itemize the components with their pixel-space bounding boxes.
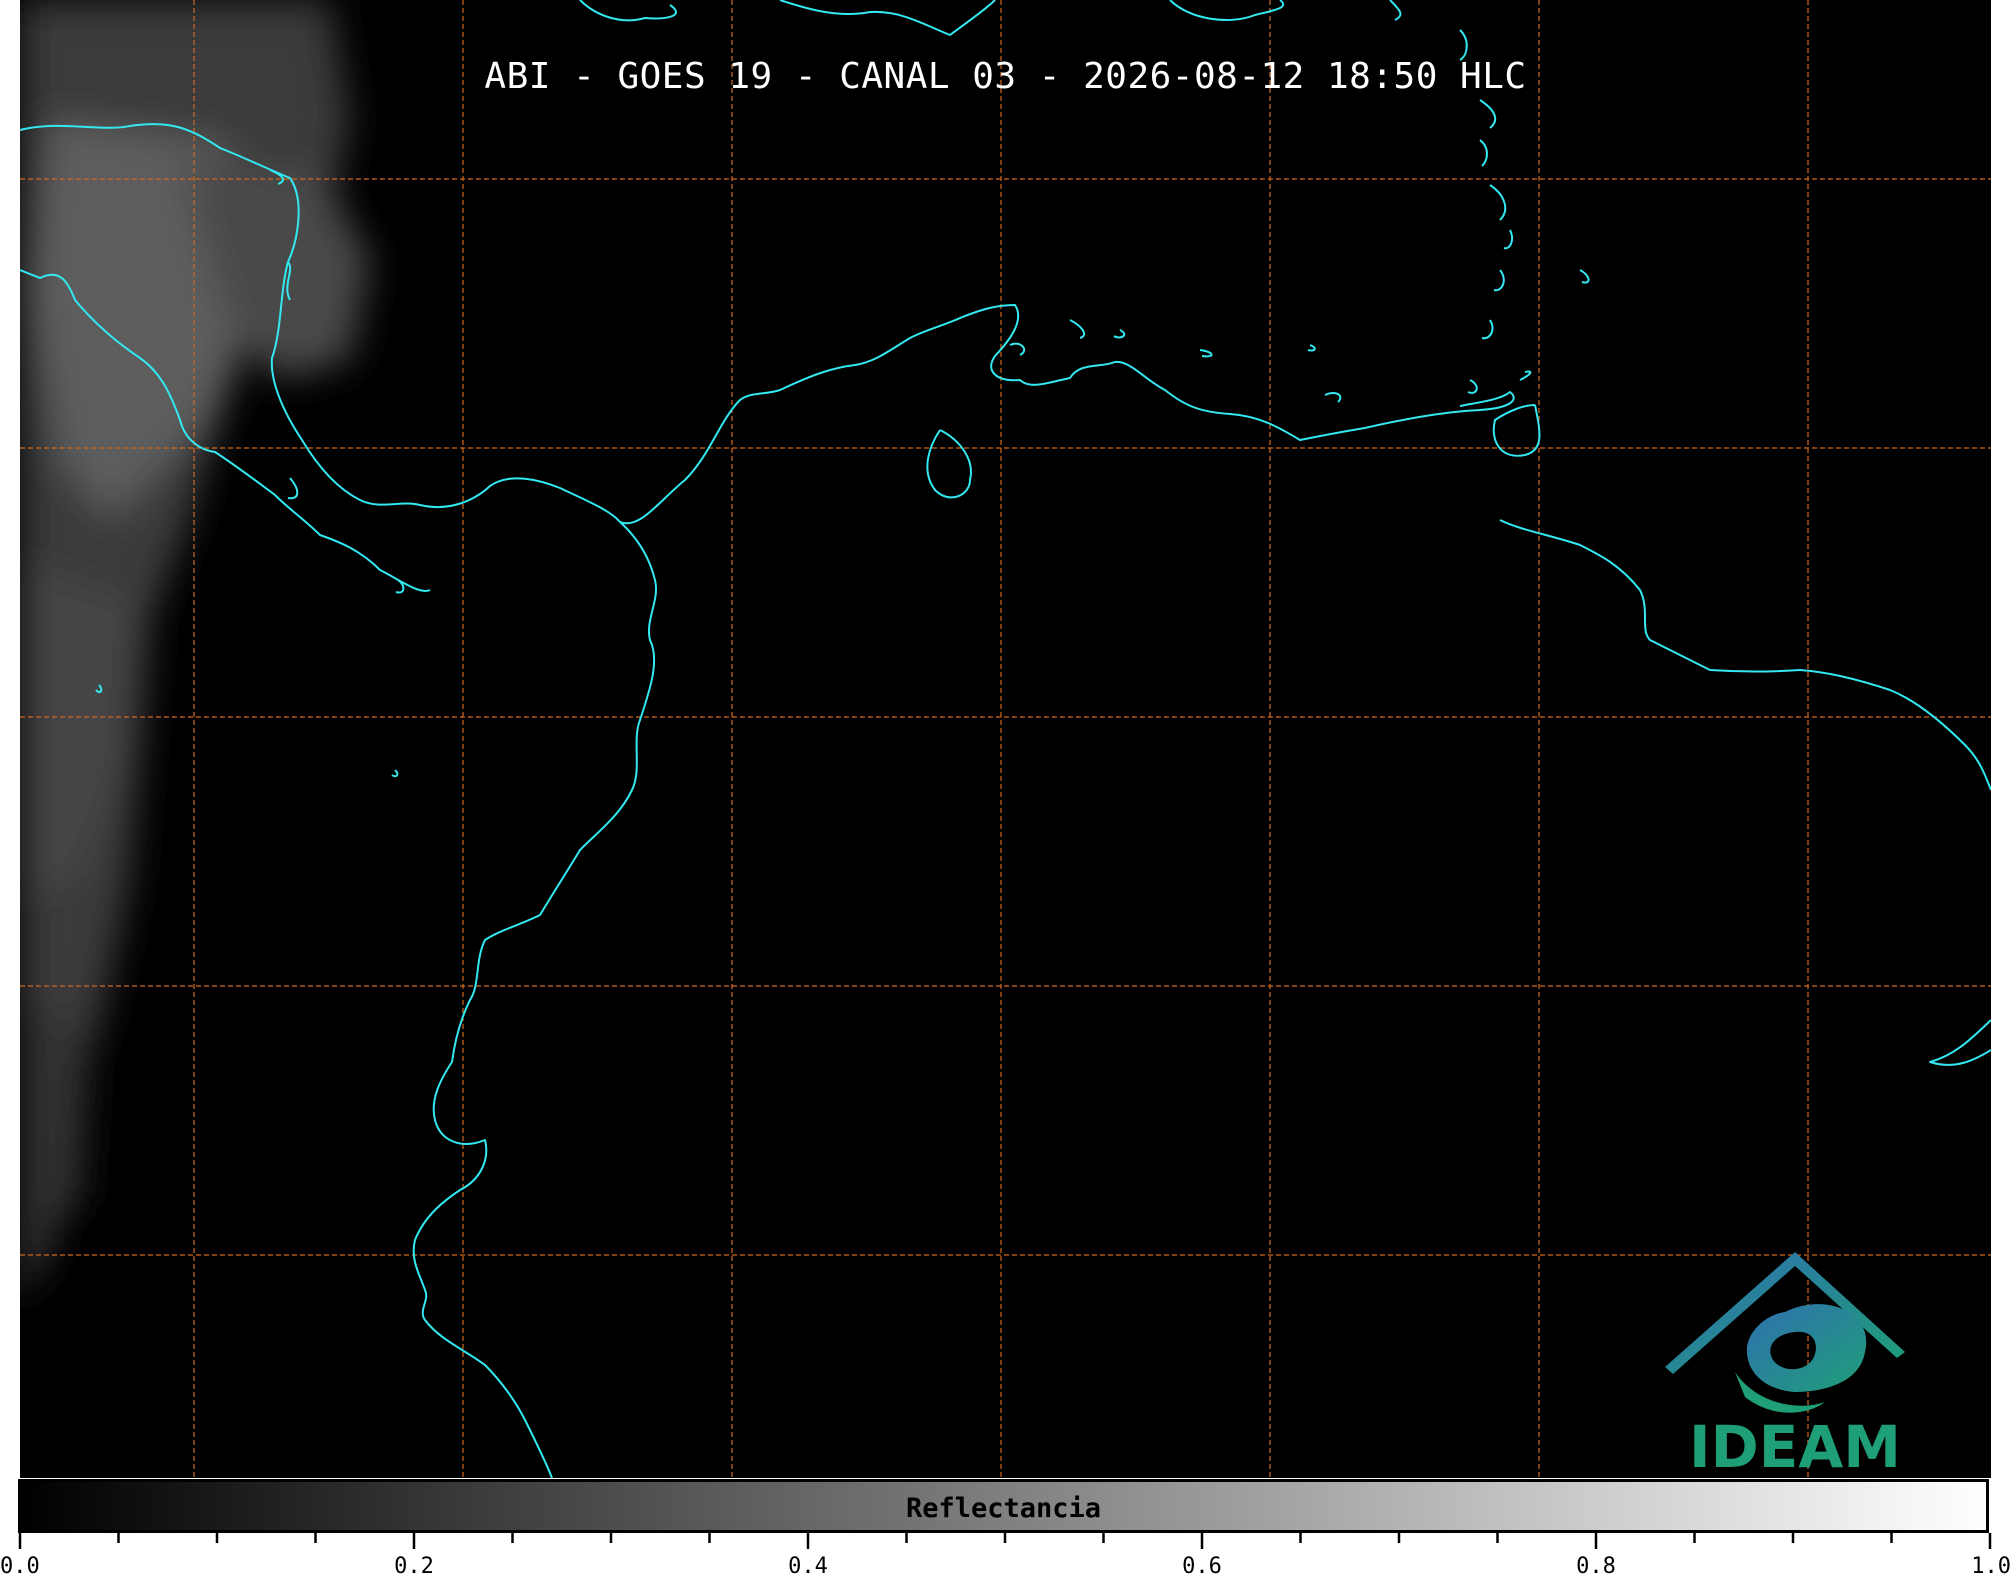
cloud-cover [20, 0, 370, 1300]
colorbar-tick-label: 0.4 [788, 1554, 828, 1579]
satellite-map[interactable]: ABI - GOES 19 - CANAL 03 - 2026-08-12 18… [20, 0, 1991, 1478]
colorbar-tick-label: 0.6 [1182, 1554, 1222, 1579]
colorbar-tick-label: 0.8 [1576, 1554, 1616, 1579]
ideam-logo: IDEAM [1665, 1252, 1925, 1478]
colorbar-label: Reflectancia [905, 1493, 1102, 1524]
colorbar-tick-label: 0.0 [0, 1554, 40, 1579]
colorbar-tick-label: 1.0 [1971, 1554, 2011, 1579]
colorbar-ticks [18, 1533, 1992, 1549]
logo-text: IDEAM [1689, 1413, 1901, 1478]
map-title: ABI - GOES 19 - CANAL 03 - 2026-08-12 18… [484, 56, 1527, 97]
colorbar-tick-label: 0.2 [394, 1554, 434, 1579]
colorbar: Reflectancia [18, 1479, 1989, 1533]
